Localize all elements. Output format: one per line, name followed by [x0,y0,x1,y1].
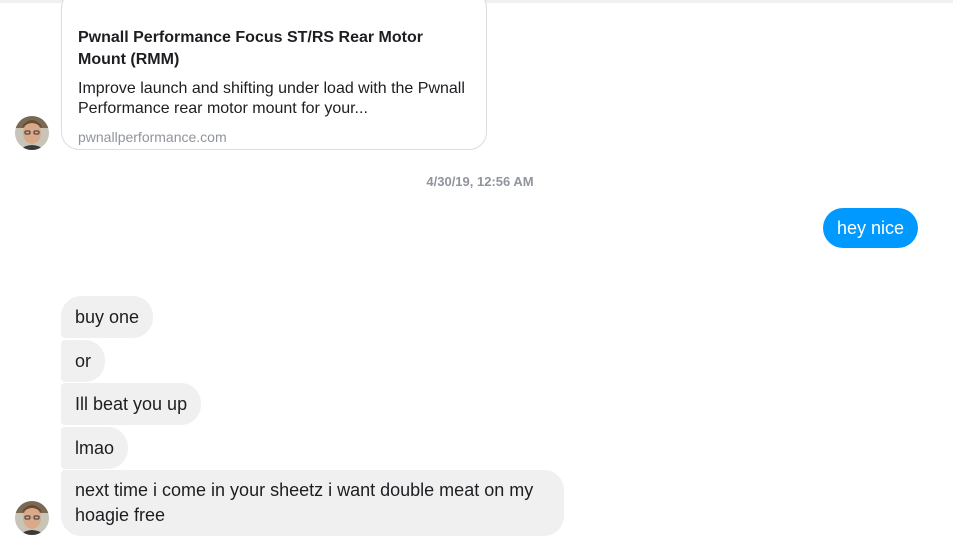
link-preview-domain: pwnallperformance.com [78,129,227,145]
contact-avatar[interactable] [15,116,49,150]
message-bubble-outgoing[interactable]: hey nice [823,208,919,248]
link-preview-description: Improve launch and shifting under load w… [78,80,465,117]
message-bubble-incoming[interactable]: buy one [61,296,154,338]
message-bubble-incoming[interactable]: lmao [61,427,129,469]
message-bubble-incoming[interactable]: or [61,340,106,382]
message-bubble-incoming[interactable]: next time i come in your sheetz i want d… [61,470,564,536]
message-timestamp: 4/30/19, 12:56 AM [426,174,534,189]
link-preview-title: Pwnall Performance Focus ST/RS Rear Moto… [78,29,423,68]
contact-avatar[interactable] [15,501,49,535]
link-preview-card[interactable]: Pwnall Performance Focus ST/RS Rear Moto… [61,0,487,150]
message-bubble-incoming[interactable]: Ill beat you up [61,383,202,425]
